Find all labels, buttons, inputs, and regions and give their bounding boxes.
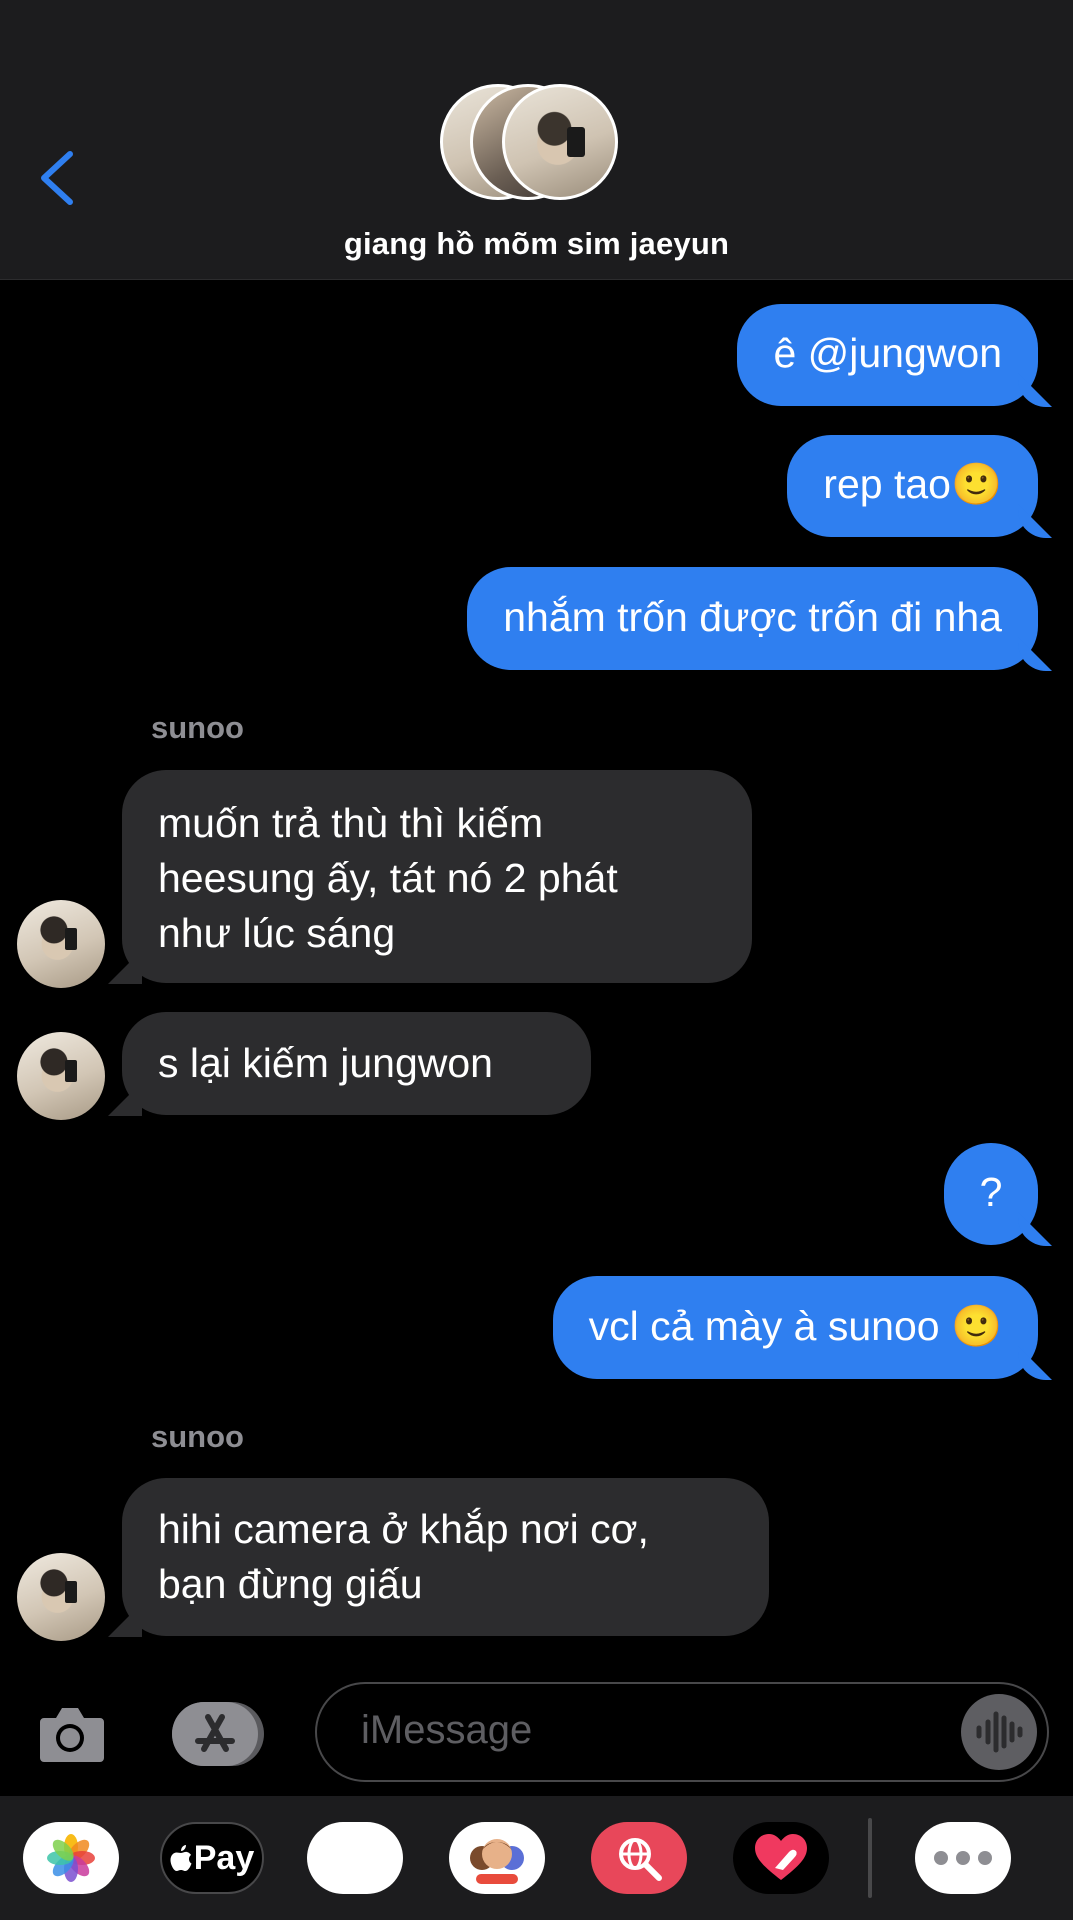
digital-touch-button[interactable] bbox=[733, 1822, 829, 1894]
apple-logo-icon bbox=[170, 1845, 192, 1871]
message-line: muốn trả thù thì kiếm bbox=[158, 800, 544, 846]
message-text: s lại kiếm jungwon bbox=[158, 1040, 493, 1086]
photos-icon bbox=[47, 1834, 95, 1882]
group-avatars[interactable] bbox=[440, 84, 622, 208]
message-bubble-outgoing[interactable]: rep tao🙂 bbox=[787, 435, 1038, 537]
apple-pay-label: Pay bbox=[193, 1838, 255, 1877]
message-line: heesung ấy, tát nó 2 phát bbox=[158, 855, 618, 901]
memoji-stickers-button[interactable] bbox=[449, 1822, 545, 1894]
more-apps-button[interactable] bbox=[915, 1822, 1011, 1894]
conversation-header: giang hồ mõm sim jaeyun bbox=[0, 0, 1073, 280]
avatar[interactable] bbox=[17, 900, 105, 988]
message-text: ê @jungwon bbox=[773, 330, 1002, 376]
divider bbox=[868, 1818, 872, 1898]
sender-name: sunoo bbox=[151, 1419, 244, 1454]
message-text: ? bbox=[979, 1169, 1003, 1215]
audio-waveform-icon bbox=[976, 1711, 1023, 1753]
digital-touch-icon bbox=[755, 1834, 807, 1880]
message-text: rep tao🙂 bbox=[823, 461, 1002, 507]
photos-app-button[interactable] bbox=[23, 1822, 119, 1894]
animoji-button[interactable]: 🐵 bbox=[307, 1822, 403, 1894]
voice-message-button[interactable] bbox=[961, 1694, 1037, 1770]
image-search-icon bbox=[619, 1838, 662, 1881]
message-line: hihi camera ở khắp nơi cơ, bbox=[158, 1506, 649, 1552]
message-bubble-outgoing[interactable]: ? bbox=[944, 1143, 1038, 1245]
avatar[interactable] bbox=[17, 1553, 105, 1641]
more-icon bbox=[934, 1851, 992, 1865]
message-bubble-incoming[interactable]: muốn trả thù thì kiếm heesung ấy, tát nó… bbox=[122, 770, 752, 983]
chevron-left-icon bbox=[41, 151, 73, 205]
message-bubble-outgoing[interactable]: ê @jungwon bbox=[737, 304, 1038, 406]
app-drawer: Pay 🐵 bbox=[0, 1796, 1073, 1920]
message-text: nhắm trốn được trốn đi nha bbox=[503, 594, 1002, 640]
message-input[interactable]: iMessage bbox=[315, 1682, 1049, 1782]
message-bubble-outgoing[interactable]: vcl cả mày à sunoo 🙂 bbox=[552, 1276, 1038, 1379]
memoji-people-icon bbox=[470, 1839, 524, 1884]
sender-name: sunoo bbox=[151, 710, 244, 745]
app-store-icon bbox=[195, 1714, 235, 1752]
message-bubble-incoming[interactable]: s lại kiếm jungwon bbox=[122, 1012, 591, 1115]
message-text: vcl cả mày à sunoo 🙂 bbox=[588, 1303, 1002, 1349]
message-line: bạn đừng giấu bbox=[158, 1561, 423, 1607]
apple-pay-button[interactable]: Pay bbox=[160, 1822, 264, 1894]
avatar[interactable] bbox=[17, 1032, 105, 1120]
app-store-button[interactable] bbox=[172, 1702, 264, 1766]
message-bubble-outgoing[interactable]: nhắm trốn được trốn đi nha bbox=[467, 567, 1038, 670]
camera-icon bbox=[40, 1708, 104, 1762]
back-button[interactable] bbox=[38, 148, 78, 208]
image-search-button[interactable] bbox=[591, 1822, 687, 1894]
message-input-placeholder: iMessage bbox=[361, 1708, 533, 1752]
group-name[interactable]: giang hồ mõm sim jaeyun bbox=[0, 226, 1073, 262]
monkey-memoji-icon: 🐵 bbox=[329, 1833, 381, 1883]
message-bubble-incoming[interactable]: hihi camera ở khắp nơi cơ, bạn đừng giấu bbox=[122, 1478, 769, 1636]
compose-bar: iMessage bbox=[0, 1668, 1073, 1796]
message-line: như lúc sáng bbox=[158, 910, 396, 956]
camera-button[interactable] bbox=[34, 1704, 106, 1764]
avatar bbox=[502, 84, 618, 200]
